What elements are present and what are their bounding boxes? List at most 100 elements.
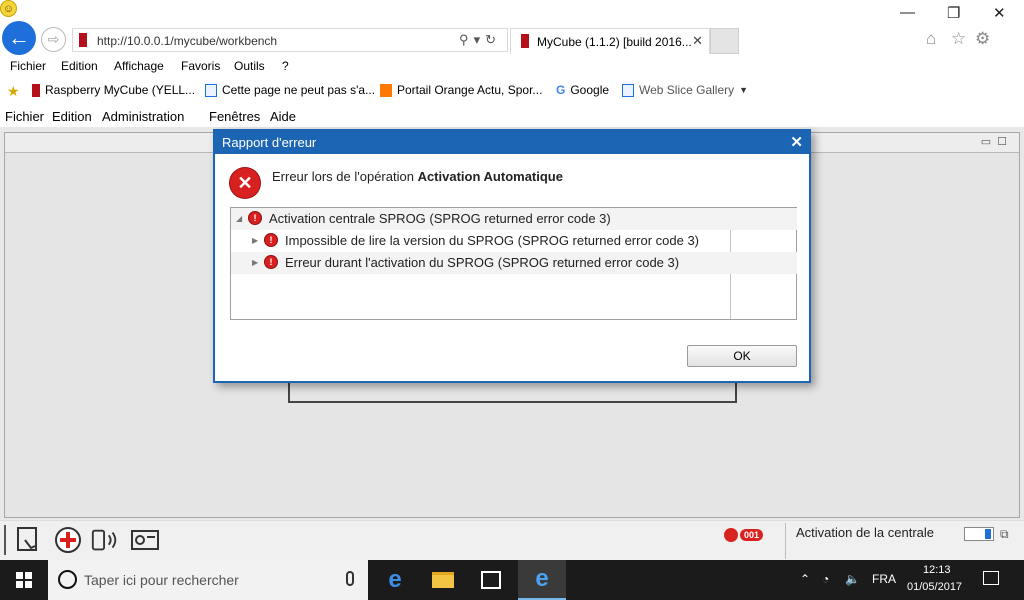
edge-icon[interactable]: e bbox=[371, 560, 419, 600]
fav-label: Google bbox=[570, 83, 610, 97]
store-icon[interactable] bbox=[467, 560, 515, 600]
notifications-icon[interactable] bbox=[983, 571, 999, 585]
file-explorer-icon[interactable] bbox=[419, 560, 467, 600]
dialog-title: Rapport d'erreur bbox=[222, 135, 317, 150]
back-button[interactable]: ← bbox=[2, 21, 36, 55]
fav-orange[interactable]: Portail Orange Actu, Spor... bbox=[380, 83, 542, 97]
fav-label: Cette page ne peut pas s'a... bbox=[222, 83, 376, 97]
restore-button[interactable]: ❐ bbox=[947, 4, 960, 22]
app-menu-aide[interactable]: Aide bbox=[270, 109, 296, 124]
browser-menubar: Fichier Edition Affichage Favoris Outils… bbox=[0, 56, 1024, 77]
feedback-smiley-icon[interactable]: ☺ bbox=[0, 0, 17, 17]
app-menu-fichier[interactable]: Fichier bbox=[5, 109, 44, 124]
google-icon: G bbox=[556, 83, 566, 97]
error-report-dialog: Rapport d'erreur ✕ ✕ Erreur lors de l'op… bbox=[213, 129, 811, 383]
orange-icon bbox=[380, 83, 392, 97]
mycube-favicon-icon bbox=[521, 34, 529, 48]
dialog-titlebar[interactable]: Rapport d'erreur ✕ bbox=[215, 131, 809, 154]
alert-indicator[interactable]: 001 bbox=[724, 528, 764, 542]
address-url[interactable]: http://10.0.0.1/mycube/workbench bbox=[97, 34, 277, 48]
tab-mycube[interactable]: MyCube (1.1.2) [build 2016... ✕ bbox=[510, 28, 710, 54]
fav-label: Portail Orange Actu, Spor... bbox=[397, 83, 543, 97]
menu-edition[interactable]: Edition bbox=[61, 59, 98, 73]
new-tab-button[interactable] bbox=[710, 28, 739, 54]
search-placeholder: Taper ici pour rechercher bbox=[84, 572, 239, 588]
fav-raspberry-mycube[interactable]: Raspberry MyCube (YELL... bbox=[32, 83, 195, 97]
clock-date[interactable]: 01/05/2017 bbox=[907, 581, 962, 593]
tree-row-text: Erreur durant l'activation du SPROG (SPR… bbox=[285, 255, 680, 270]
browser-toolbar: ← ⇨ http://10.0.0.1/mycube/workbench ⚲▾↻… bbox=[0, 0, 1024, 55]
app-status-bar: 001 Activation de la centrale ⧉ bbox=[0, 520, 1024, 560]
panel-controls[interactable]: ▭☐ bbox=[981, 135, 1013, 148]
refresh-icon[interactable]: ↻ bbox=[485, 32, 501, 47]
collapsed-arrow-icon[interactable]: ▶ bbox=[252, 258, 258, 267]
internet-explorer-icon[interactable]: e bbox=[518, 560, 566, 600]
app-menubar: Fichier Edition Administration Fenêtres … bbox=[0, 106, 1024, 126]
forward-button[interactable]: ⇨ bbox=[41, 27, 66, 52]
gear-icon[interactable]: ⚙ bbox=[975, 29, 990, 49]
tree-row-1[interactable]: ▶ ! Impossible de lire la version du SPR… bbox=[231, 230, 797, 252]
app-menu-fenetres[interactable]: Fenêtres bbox=[209, 109, 260, 124]
chevron-up-icon[interactable]: ⌃ bbox=[800, 572, 810, 586]
app-menu-edition[interactable]: Edition bbox=[52, 109, 92, 124]
mycube-favicon-icon bbox=[79, 33, 87, 47]
dialog-message: Erreur lors de l'opération Activation Au… bbox=[272, 169, 563, 184]
address-tools[interactable]: ⚲▾↻ bbox=[459, 32, 501, 48]
ok-button[interactable]: OK bbox=[687, 345, 797, 367]
ie-page-icon bbox=[205, 83, 217, 97]
dialog-close-icon[interactable]: ✕ bbox=[790, 133, 803, 151]
tree-row-0[interactable]: ◢ ! Activation centrale SPROG (SPROG ret… bbox=[231, 208, 797, 230]
screens-icon[interactable]: ⧉ bbox=[1000, 527, 1009, 542]
chevron-down-icon[interactable]: ▼ bbox=[739, 85, 748, 95]
menu-favoris[interactable]: Favoris bbox=[181, 59, 220, 73]
search-icon[interactable]: ⚲ bbox=[459, 32, 474, 47]
menu-fichier[interactable]: Fichier bbox=[10, 59, 46, 73]
clock-time[interactable]: 12:13 bbox=[923, 564, 951, 576]
network-icon[interactable]: ◔ bbox=[822, 572, 829, 586]
windows-taskbar: Taper ici pour rechercher e e ⌃ ◔ 🔈 FRA … bbox=[0, 560, 1024, 600]
error-node-icon: ! bbox=[264, 255, 278, 269]
status-text: Activation de la centrale bbox=[796, 525, 935, 540]
menu-help[interactable]: ? bbox=[282, 59, 289, 73]
microphone-icon[interactable] bbox=[346, 571, 354, 586]
expanded-arrow-icon[interactable]: ◢ bbox=[236, 214, 242, 223]
fav-label: Raspberry MyCube (YELL... bbox=[45, 83, 196, 97]
error-tree[interactable]: ◢ ! Activation centrale SPROG (SPROG ret… bbox=[230, 207, 797, 320]
toolbar-grip[interactable] bbox=[4, 525, 6, 555]
ie-page-icon bbox=[622, 83, 634, 97]
menu-outils[interactable]: Outils bbox=[234, 59, 265, 73]
volume-icon[interactable]: 🔈 bbox=[845, 572, 860, 586]
fav-label: Web Slice Gallery bbox=[639, 83, 735, 97]
tab-close-icon[interactable]: ✕ bbox=[692, 33, 703, 49]
language-indicator[interactable]: FRA bbox=[872, 572, 896, 586]
remote-control-icon[interactable] bbox=[90, 525, 120, 555]
tree-row-2[interactable]: ▶ ! Erreur durant l'activation du SPROG … bbox=[231, 252, 797, 274]
app-menu-administration[interactable]: Administration bbox=[102, 109, 184, 124]
minimize-button[interactable]: — bbox=[900, 4, 915, 21]
central-unit-icon[interactable] bbox=[130, 525, 160, 555]
close-window-button[interactable]: ✕ bbox=[993, 4, 1006, 22]
fav-google[interactable]: G Google bbox=[556, 83, 609, 97]
background-frame bbox=[288, 381, 737, 403]
home-icon[interactable]: ⌂ bbox=[926, 29, 936, 49]
maximize-panel-icon[interactable]: ☐ bbox=[997, 136, 1013, 148]
tree-row-text: Activation centrale SPROG (SPROG returne… bbox=[269, 211, 611, 226]
status-toggle[interactable] bbox=[964, 527, 994, 541]
favorites-bar: ★ Raspberry MyCube (YELL... Cette page n… bbox=[0, 80, 1024, 102]
message-prefix: Erreur lors de l'opération bbox=[272, 169, 418, 184]
minimize-panel-icon[interactable]: ▭ bbox=[981, 136, 997, 148]
taskbar-search[interactable]: Taper ici pour rechercher bbox=[48, 560, 368, 600]
alert-icon bbox=[724, 528, 738, 542]
collapsed-arrow-icon[interactable]: ▶ bbox=[252, 236, 258, 245]
menu-affichage[interactable]: Affichage bbox=[114, 59, 164, 73]
dropdown-icon[interactable]: ▾ bbox=[474, 32, 486, 47]
windows-start-icon[interactable] bbox=[0, 560, 48, 600]
fav-web-slice[interactable]: Web Slice Gallery ▼ bbox=[622, 83, 748, 97]
error-node-icon: ! bbox=[248, 211, 262, 225]
touch-tool-icon[interactable] bbox=[14, 525, 44, 555]
fav-cette-page[interactable]: Cette page ne peut pas s'a... bbox=[205, 83, 375, 97]
favorites-star-icon[interactable]: ☆ bbox=[951, 29, 966, 49]
add-red-icon[interactable] bbox=[53, 525, 83, 555]
favorites-add-icon[interactable]: ★ bbox=[7, 83, 20, 100]
address-bar[interactable]: http://10.0.0.1/mycube/workbench ⚲▾↻ bbox=[72, 28, 508, 52]
